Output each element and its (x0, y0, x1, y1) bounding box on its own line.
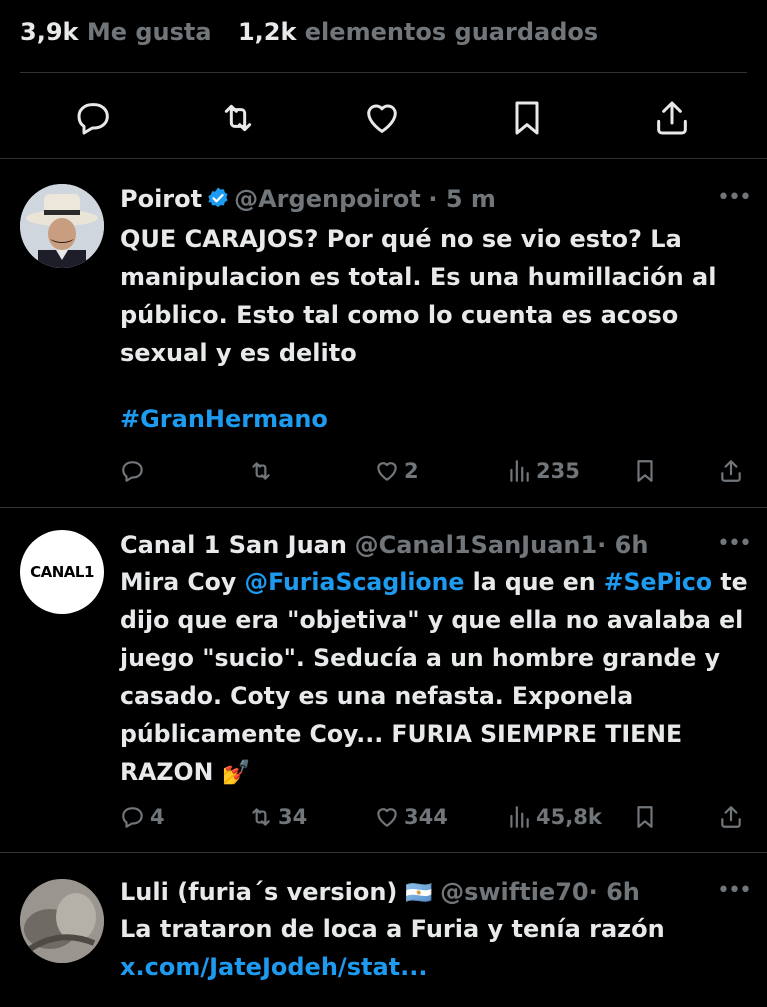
tweet-text-part: la que en (464, 568, 604, 596)
view-count: 235 (536, 459, 580, 483)
tweet-text-part: Mira Coy (120, 568, 245, 596)
tweet-header: Luli (furia´s version) 🇦🇷 @swiftie70· 6h (120, 877, 640, 909)
share-button[interactable] (718, 797, 748, 837)
reply-icon (122, 807, 143, 828)
heart-icon (377, 808, 397, 827)
poirot-avatar-image (20, 184, 104, 268)
tweet-actions: 4 34 344 45,8k (120, 797, 750, 837)
retweet-button[interactable]: 34 (248, 797, 307, 837)
tweet[interactable]: Luli (furia´s version) 🇦🇷 @swiftie70· 6h… (0, 853, 767, 1007)
saves-label[interactable]: elementos guardados (305, 18, 598, 46)
argentina-flag-icon: 🇦🇷 (405, 881, 433, 906)
tweet-text-part: te dijo que era "objetiva" y que ella no… (120, 568, 756, 786)
tweet[interactable]: CANAL1 Canal 1 San Juan @Canal1SanJuan1·… (0, 508, 767, 853)
canal1-logo: CANAL1 (30, 563, 94, 581)
author-handle[interactable]: @swiftie70 (440, 878, 589, 906)
divider (20, 72, 747, 73)
mention-link[interactable]: @FuriaScaglione (244, 568, 464, 596)
reply-button[interactable] (72, 96, 116, 140)
views-chart-icon (510, 460, 529, 482)
retweet-button[interactable] (216, 96, 260, 140)
like-count: 2 (404, 459, 419, 483)
views-chart-icon (510, 806, 529, 828)
saves-count[interactable]: 1,2k (238, 18, 296, 46)
more-options-icon[interactable]: ••• (717, 880, 752, 911)
views-button[interactable]: 235 (506, 451, 580, 491)
retweet-icon (224, 104, 252, 132)
tweet-text: QUE CARAJOS? Por qué no se vio esto? La … (120, 225, 725, 367)
author-handle[interactable]: @Canal1SanJuan1 (355, 531, 598, 559)
luli-avatar-image (20, 879, 104, 963)
share-button[interactable] (718, 451, 748, 491)
more-options-icon[interactable]: ••• (717, 533, 752, 564)
verified-badge-icon (208, 187, 228, 208)
likes-label[interactable]: Me gusta (87, 18, 212, 46)
tweet-header: Poirot @Argenpoirot · 5 m (120, 184, 496, 214)
tweet-time[interactable]: · 6h (589, 878, 640, 906)
url-link[interactable]: x.com/JateJodeh/stat... (120, 948, 750, 986)
tweet-actions: 2 235 (120, 451, 750, 491)
tweet-header: Canal 1 San Juan @Canal1SanJuan1· 6h (120, 530, 648, 560)
avatar[interactable]: CANAL1 (20, 530, 104, 614)
share-icon (721, 460, 741, 482)
reply-button[interactable]: 4 (120, 797, 165, 837)
tweet-time[interactable]: · 6h (597, 531, 648, 559)
bookmark-icon (637, 806, 653, 828)
share-button[interactable] (650, 96, 694, 140)
tweet-text: La trataron de loca a Furia y tenía razó… (120, 915, 665, 943)
retweet-button[interactable] (248, 451, 278, 491)
retweet-icon (252, 462, 270, 480)
hashtag-link[interactable]: #SePico (604, 568, 712, 596)
reply-button[interactable] (120, 451, 150, 491)
hashtag-link[interactable]: #GranHermano (120, 400, 750, 438)
reply-count: 4 (150, 805, 165, 829)
tweet[interactable]: Poirot @Argenpoirot · 5 m ••• QUE CARAJOS… (0, 158, 767, 508)
tweet-time[interactable]: · 5 m (428, 185, 496, 213)
tweet-text: Mira Coy @FuriaScaglione la que en #SePi… (120, 563, 750, 791)
avatar[interactable] (20, 184, 104, 268)
engagement-stats: 3,9k Me gusta 1,2k elementos guardados (20, 18, 598, 46)
likes-count[interactable]: 3,9k (20, 18, 78, 46)
more-options-icon[interactable]: ••• (717, 187, 752, 218)
author-name[interactable]: Canal 1 San Juan (120, 531, 347, 559)
retweet-count: 34 (278, 805, 308, 829)
heart-icon (367, 104, 397, 133)
share-icon (721, 806, 741, 828)
bookmark-icon (515, 101, 539, 135)
retweet-icon (252, 808, 270, 826)
main-action-bar (0, 88, 767, 148)
author-name[interactable]: Poirot (120, 185, 202, 213)
like-button[interactable]: 344 (374, 797, 448, 837)
author-handle[interactable]: @Argenpoirot (234, 185, 421, 213)
like-button[interactable]: 2 (374, 451, 419, 491)
reply-icon (77, 103, 109, 135)
view-count: 45,8k (536, 805, 602, 829)
bookmark-button[interactable] (632, 797, 662, 837)
heart-icon (377, 462, 397, 481)
bookmark-button[interactable] (505, 96, 549, 140)
author-name[interactable]: Luli (furia´s version) (120, 878, 397, 906)
like-button[interactable] (360, 96, 404, 140)
views-button[interactable]: 45,8k (506, 797, 602, 837)
share-icon (657, 101, 687, 135)
bookmark-icon (637, 460, 653, 482)
like-count: 344 (404, 805, 448, 829)
reply-icon (122, 461, 143, 482)
avatar[interactable] (20, 879, 104, 963)
bookmark-button[interactable] (632, 451, 662, 491)
